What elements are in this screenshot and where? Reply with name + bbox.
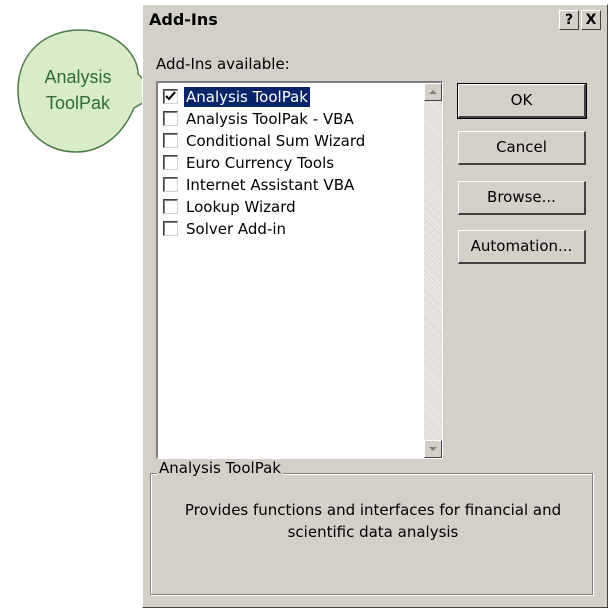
scroll-down-button[interactable]	[424, 440, 442, 458]
list-item-analysis-toolpak[interactable]: Analysis ToolPak	[160, 86, 426, 108]
checkbox[interactable]	[163, 89, 178, 104]
scroll-up-button[interactable]	[424, 83, 442, 101]
list-item-lookup-wizard[interactable]: Lookup Wizard	[160, 196, 426, 218]
checkmark-icon	[165, 91, 176, 101]
dialog-title: Add-Ins	[149, 10, 218, 29]
callout-bubble: Analysis ToolPak	[16, 28, 156, 156]
addin-description: Provides functions and interfaces for fi…	[184, 501, 562, 541]
list-item-euro-currency-tools[interactable]: Euro Currency Tools	[160, 152, 426, 174]
checkbox[interactable]	[163, 177, 178, 192]
add-ins-list[interactable]: Analysis ToolPak Analysis ToolPak - VBA …	[156, 81, 443, 459]
checkbox[interactable]	[163, 133, 178, 148]
list-item-conditional-sum-wizard[interactable]: Conditional Sum Wizard	[160, 130, 426, 152]
checkbox[interactable]	[163, 199, 178, 214]
list-item-label: Conditional Sum Wizard	[186, 132, 366, 150]
automation-button[interactable]: Automation...	[458, 230, 586, 264]
list-item-label: Analysis ToolPak	[184, 87, 310, 107]
ok-button[interactable]: OK	[457, 83, 587, 119]
list-item-analysis-toolpak-vba[interactable]: Analysis ToolPak - VBA	[160, 108, 426, 130]
cancel-button[interactable]: Cancel	[458, 131, 586, 165]
arrow-down-icon	[429, 447, 437, 451]
list-item-label: Internet Assistant VBA	[186, 176, 355, 194]
groupbox-title: Analysis ToolPak	[157, 459, 283, 477]
checkbox[interactable]	[163, 111, 178, 126]
callout-text: Analysis ToolPak	[44, 67, 112, 113]
help-button[interactable]: ?	[559, 10, 579, 30]
title-bar: Add-Ins ? X	[145, 7, 605, 33]
list-label: Add-Ins available:	[156, 55, 290, 73]
browse-button[interactable]: Browse...	[458, 181, 586, 215]
arrow-up-icon	[429, 90, 437, 94]
list-item-label: Lookup Wizard	[186, 198, 296, 216]
list-item-solver-add-in[interactable]: Solver Add-in	[160, 218, 426, 240]
list-item-label: Euro Currency Tools	[186, 154, 335, 172]
list-item-label: Solver Add-in	[186, 220, 287, 238]
vertical-scrollbar[interactable]	[424, 83, 442, 458]
checkbox[interactable]	[163, 155, 178, 170]
list-item-label: Analysis ToolPak - VBA	[186, 110, 354, 128]
list-item-internet-assistant-vba[interactable]: Internet Assistant VBA	[160, 174, 426, 196]
checkbox[interactable]	[163, 221, 178, 236]
add-ins-dialog: Add-Ins ? X Add-Ins available: Analysis …	[142, 4, 608, 608]
close-button[interactable]: X	[581, 10, 601, 30]
